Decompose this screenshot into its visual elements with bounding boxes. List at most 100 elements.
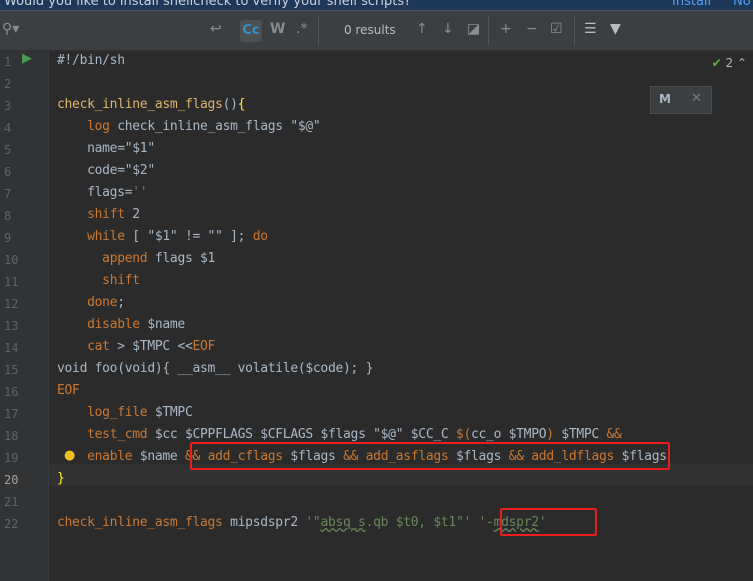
line-number: 12 [4, 297, 19, 311]
code-token: do [252, 229, 268, 244]
no-link[interactable]: No [733, 0, 751, 11]
line-number: 14 [4, 341, 19, 355]
gutter-divider [48, 51, 49, 581]
code-line: log_file $TMPC [57, 403, 193, 423]
code-token: absq_s [320, 515, 366, 530]
code-token: append [102, 251, 148, 266]
highlight-box [190, 442, 670, 470]
shellcheck-banner: Would you like to install shellcheck to … [0, 0, 753, 11]
words-toggle[interactable]: W [270, 21, 285, 37]
code-token: $( [455, 427, 471, 442]
code-token: '" [305, 515, 321, 530]
code-token: $name [139, 317, 185, 332]
code-line: flags='' [57, 183, 148, 203]
code-token: #!/bin/sh [57, 53, 125, 68]
line-number: 21 [4, 495, 19, 509]
code-token: shift [102, 273, 140, 288]
code-token: () [222, 97, 238, 112]
code-token: while [87, 229, 125, 244]
divider [574, 17, 575, 45]
code-line: } [57, 469, 65, 489]
code-line: shift [57, 271, 140, 291]
divider [488, 17, 489, 45]
markdown-icon[interactable]: M [659, 92, 671, 106]
code-line: check_inline_asm_flags(){ [57, 95, 245, 115]
code-token: ) [546, 427, 554, 442]
line-number: 1 [4, 55, 12, 69]
wrap-icon[interactable]: ↩ [210, 21, 222, 37]
check-icon: ✔ [711, 56, 722, 70]
line-number: 13 [4, 319, 19, 333]
code-line: cat > $TMPC <<EOF [57, 337, 215, 357]
code-token: EOF [192, 339, 216, 354]
code-token: done [87, 295, 118, 310]
highlight-box [500, 508, 597, 536]
code-token: 2 [124, 207, 140, 222]
code-token: EOF [57, 383, 80, 398]
code-token: && [606, 427, 622, 442]
code-token: code="$2" [57, 163, 155, 178]
line-number: 16 [4, 385, 19, 399]
code-line: EOF [57, 381, 80, 401]
code-token: log_file [87, 405, 148, 420]
line-number: 9 [4, 231, 12, 245]
line-number: 19 [4, 451, 19, 465]
code-token: log [87, 119, 110, 134]
line-number: 18 [4, 429, 19, 443]
code-token: } [57, 471, 65, 486]
search-icon[interactable]: ⚲▾ [2, 21, 19, 37]
code-token: cc_o $TMPO [470, 427, 547, 442]
install-link[interactable]: Install [672, 0, 711, 11]
code-token: check_inline_asm_flags [57, 97, 223, 112]
arrow-down-icon[interactable]: ↓ [442, 21, 454, 37]
select-all-icon[interactable]: ◪ [467, 21, 480, 37]
filter-icon[interactable]: ▼ [610, 21, 621, 37]
line-number: 17 [4, 407, 19, 421]
code-line: append flags $1 [57, 249, 215, 269]
multiline-icon[interactable]: ☰ [584, 21, 597, 37]
code-token: [ "$1" != "" ]; [124, 229, 253, 244]
code-token: disable [87, 317, 140, 332]
line-number: 20 [4, 473, 19, 487]
line-number: 6 [4, 165, 12, 179]
code-token: .qb $t0, $t1"' [365, 515, 472, 530]
regex-toggle[interactable]: .* [296, 21, 307, 37]
code-token: flags $1 [147, 251, 216, 266]
code-token: name="$1" [57, 141, 155, 156]
code-token: $TMPC [147, 405, 193, 420]
chevron-up-icon[interactable]: ⌃ [737, 56, 747, 70]
line-number: 7 [4, 187, 12, 201]
inspection-count: 2 [725, 56, 734, 70]
remove-occurrence-icon[interactable]: − [526, 21, 538, 37]
code-token: > $TMPC << [109, 339, 193, 354]
line-number: 3 [4, 99, 12, 113]
code-token: shift [87, 207, 125, 222]
code-token: check_inline_asm_flags "$@" [109, 119, 321, 134]
close-icon[interactable]: ✕ [691, 91, 702, 106]
match-case-toggle[interactable]: Cc [240, 20, 262, 42]
code-token: cat [87, 339, 110, 354]
banner-message: Would you like to install shellcheck to … [4, 0, 412, 9]
select-occurrences-icon[interactable]: ☑ [550, 21, 563, 37]
markdown-popup: M ✕ [650, 86, 712, 114]
code-token: void foo(void){ __asm__ volatile($code);… [57, 361, 374, 376]
inspection-widget[interactable]: ✔ 2 ⌃ [712, 56, 747, 70]
code-token: $TMPC [553, 427, 607, 442]
code-token: '- [478, 515, 494, 530]
line-number: 15 [4, 363, 19, 377]
code-line: #!/bin/sh [57, 51, 125, 71]
add-occurrence-icon[interactable]: + [500, 21, 512, 37]
code-token: '' [132, 185, 148, 200]
line-number: 4 [4, 121, 12, 135]
code-token: $name [132, 449, 185, 464]
find-bar: ⚲▾ ↩ Cc W .* 0 results ↑ ↓ ◪ + − ☑ ☰ ▼ [0, 11, 753, 51]
arrow-up-icon[interactable]: ↑ [416, 21, 428, 37]
code-line: while [ "$1" != "" ]; do [57, 227, 268, 247]
code-line: shift 2 [57, 205, 140, 225]
